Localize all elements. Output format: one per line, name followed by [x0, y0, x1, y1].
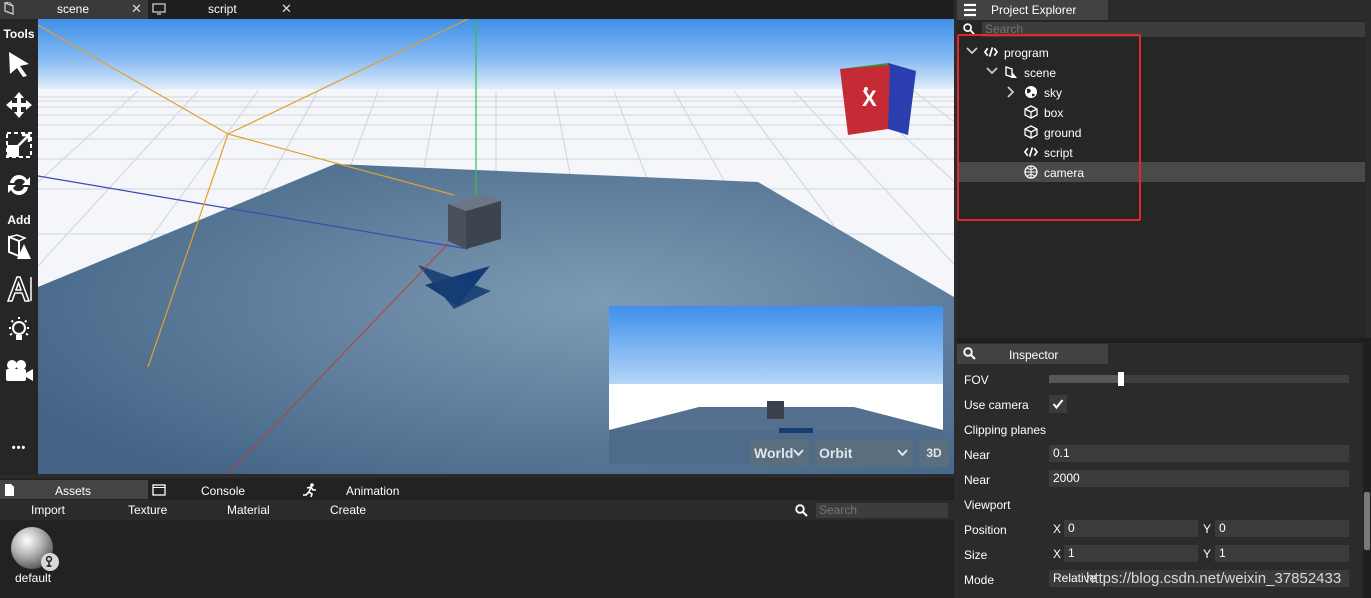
inspector-scrollbar[interactable]	[1363, 342, 1371, 598]
position-label: Position	[964, 523, 1007, 537]
search-icon	[795, 504, 808, 517]
fov-slider-handle[interactable]	[1118, 372, 1124, 386]
asset-item-default[interactable]: default	[8, 524, 60, 588]
assets-panel: Assets Console Animation Import Texture …	[0, 478, 954, 598]
size-label: Size	[964, 548, 988, 562]
panel-divider	[957, 338, 1371, 343]
use-camera-checkbox[interactable]	[1049, 395, 1067, 413]
position-x-label: X	[1053, 522, 1062, 536]
size-x-input[interactable]: 1	[1064, 545, 1198, 562]
clipping-planes-label: Clipping planes	[964, 423, 1047, 437]
inspector-tab[interactable]: Inspector	[957, 344, 1108, 364]
tab-scene[interactable]: scene ✕	[0, 0, 148, 19]
camera-icon	[6, 360, 33, 381]
assets-search-input[interactable]	[816, 503, 948, 518]
mode-label: Mode	[964, 573, 995, 587]
camera-mode-value: Orbit	[819, 445, 853, 461]
size-y-label: Y	[1203, 547, 1212, 561]
near-input[interactable]: 0.1	[1049, 445, 1349, 462]
gizmo-axis-label: X	[862, 86, 877, 111]
scale-icon	[6, 132, 32, 158]
asset-label: default	[15, 571, 52, 585]
project-explorer-tab[interactable]: Project Explorer	[957, 0, 1108, 20]
tab-script[interactable]: script ✕	[149, 0, 297, 19]
pointer-icon	[9, 52, 29, 77]
tab-animation[interactable]: Animation	[298, 480, 446, 499]
add-camera-button[interactable]	[3, 355, 35, 387]
fov-slider-fill	[1049, 375, 1121, 383]
monitor-icon	[152, 3, 166, 18]
rotate-icon	[8, 175, 30, 195]
tab-animation-label: Animation	[346, 484, 400, 498]
far-label: Near	[964, 473, 991, 487]
space-select-value: World	[754, 445, 794, 461]
rotate-tool-button[interactable]	[3, 169, 35, 201]
import-button[interactable]: Import	[31, 503, 65, 517]
running-figure-icon	[303, 483, 316, 497]
size-x-label: X	[1053, 547, 1062, 561]
hamburger-icon	[964, 3, 976, 17]
editor-tab-bar: scene ✕ script ✕	[0, 0, 954, 19]
position-x-input[interactable]: 0	[1064, 520, 1198, 537]
more-tools-button[interactable]: •••	[0, 442, 38, 454]
project-explorer-title: Project Explorer	[991, 3, 1077, 17]
select-tool-button[interactable]	[3, 48, 35, 80]
use-camera-label: Use camera	[964, 398, 1029, 412]
orientation-gizmo[interactable]: X	[838, 59, 918, 139]
add-light-button[interactable]	[3, 313, 35, 345]
space-select[interactable]: World	[750, 439, 809, 467]
add-heading: Add	[7, 213, 31, 227]
highlight-box	[957, 34, 1141, 221]
size-y-input[interactable]: 1	[1215, 545, 1349, 562]
scene-tab-icon	[3, 1, 15, 16]
tab-scene-label: scene	[57, 2, 90, 16]
tab-assets[interactable]: Assets	[0, 480, 148, 499]
tab-scene-close-icon[interactable]: ✕	[131, 1, 142, 17]
chevron-down-icon	[793, 449, 804, 457]
scale-tool-button[interactable]	[3, 129, 35, 161]
tab-assets-label: Assets	[55, 484, 92, 498]
tab-script-label: script	[208, 2, 237, 16]
material-button[interactable]: Material	[227, 503, 270, 517]
near-label: Near	[964, 448, 991, 462]
fov-slider[interactable]	[1049, 372, 1349, 386]
material-sphere-icon	[11, 527, 59, 571]
view-cube-icon	[840, 63, 916, 135]
texture-button[interactable]: Texture	[128, 503, 167, 517]
watermark-text: https://blog.csdn.net/weixin_37852433	[1086, 570, 1342, 587]
create-button[interactable]: Create	[330, 503, 366, 517]
tools-heading: Tools	[3, 27, 35, 41]
tab-script-close-icon[interactable]: ✕	[281, 1, 292, 17]
move-tool-button[interactable]	[3, 89, 35, 121]
chevron-down-icon	[897, 449, 908, 457]
right-panel: Project Explorer program scene sky box g…	[957, 0, 1371, 598]
tools-toolbar: Tools Add •••	[0, 19, 38, 475]
viewport-label: Viewport	[964, 498, 1011, 512]
view-3d-toggle[interactable]: 3D	[919, 439, 949, 467]
checkmark-icon	[1052, 399, 1064, 410]
add-object-button[interactable]	[3, 232, 35, 264]
inspector-title: Inspector	[1009, 348, 1059, 362]
text-icon	[6, 276, 32, 302]
lightbulb-icon	[9, 317, 29, 340]
cube-cone-icon	[8, 234, 31, 259]
move-arrows-icon	[6, 92, 32, 118]
position-y-input[interactable]: 0	[1215, 520, 1349, 537]
fov-label: FOV	[964, 373, 989, 387]
search-icon	[963, 347, 976, 360]
terminal-icon	[152, 484, 166, 496]
view-3d-label: 3D	[926, 446, 942, 460]
tab-console-label: Console	[201, 484, 246, 498]
far-input[interactable]: 2000	[1049, 470, 1349, 487]
add-text-button[interactable]	[3, 273, 35, 305]
tab-console[interactable]: Console	[149, 480, 297, 499]
scene-viewport[interactable]: X World Orbit 3D	[38, 19, 954, 474]
camera-mode-select[interactable]: Orbit	[814, 439, 914, 467]
file-icon	[5, 484, 14, 496]
scrollbar-thumb[interactable]	[1364, 492, 1370, 550]
position-y-label: Y	[1203, 522, 1212, 536]
